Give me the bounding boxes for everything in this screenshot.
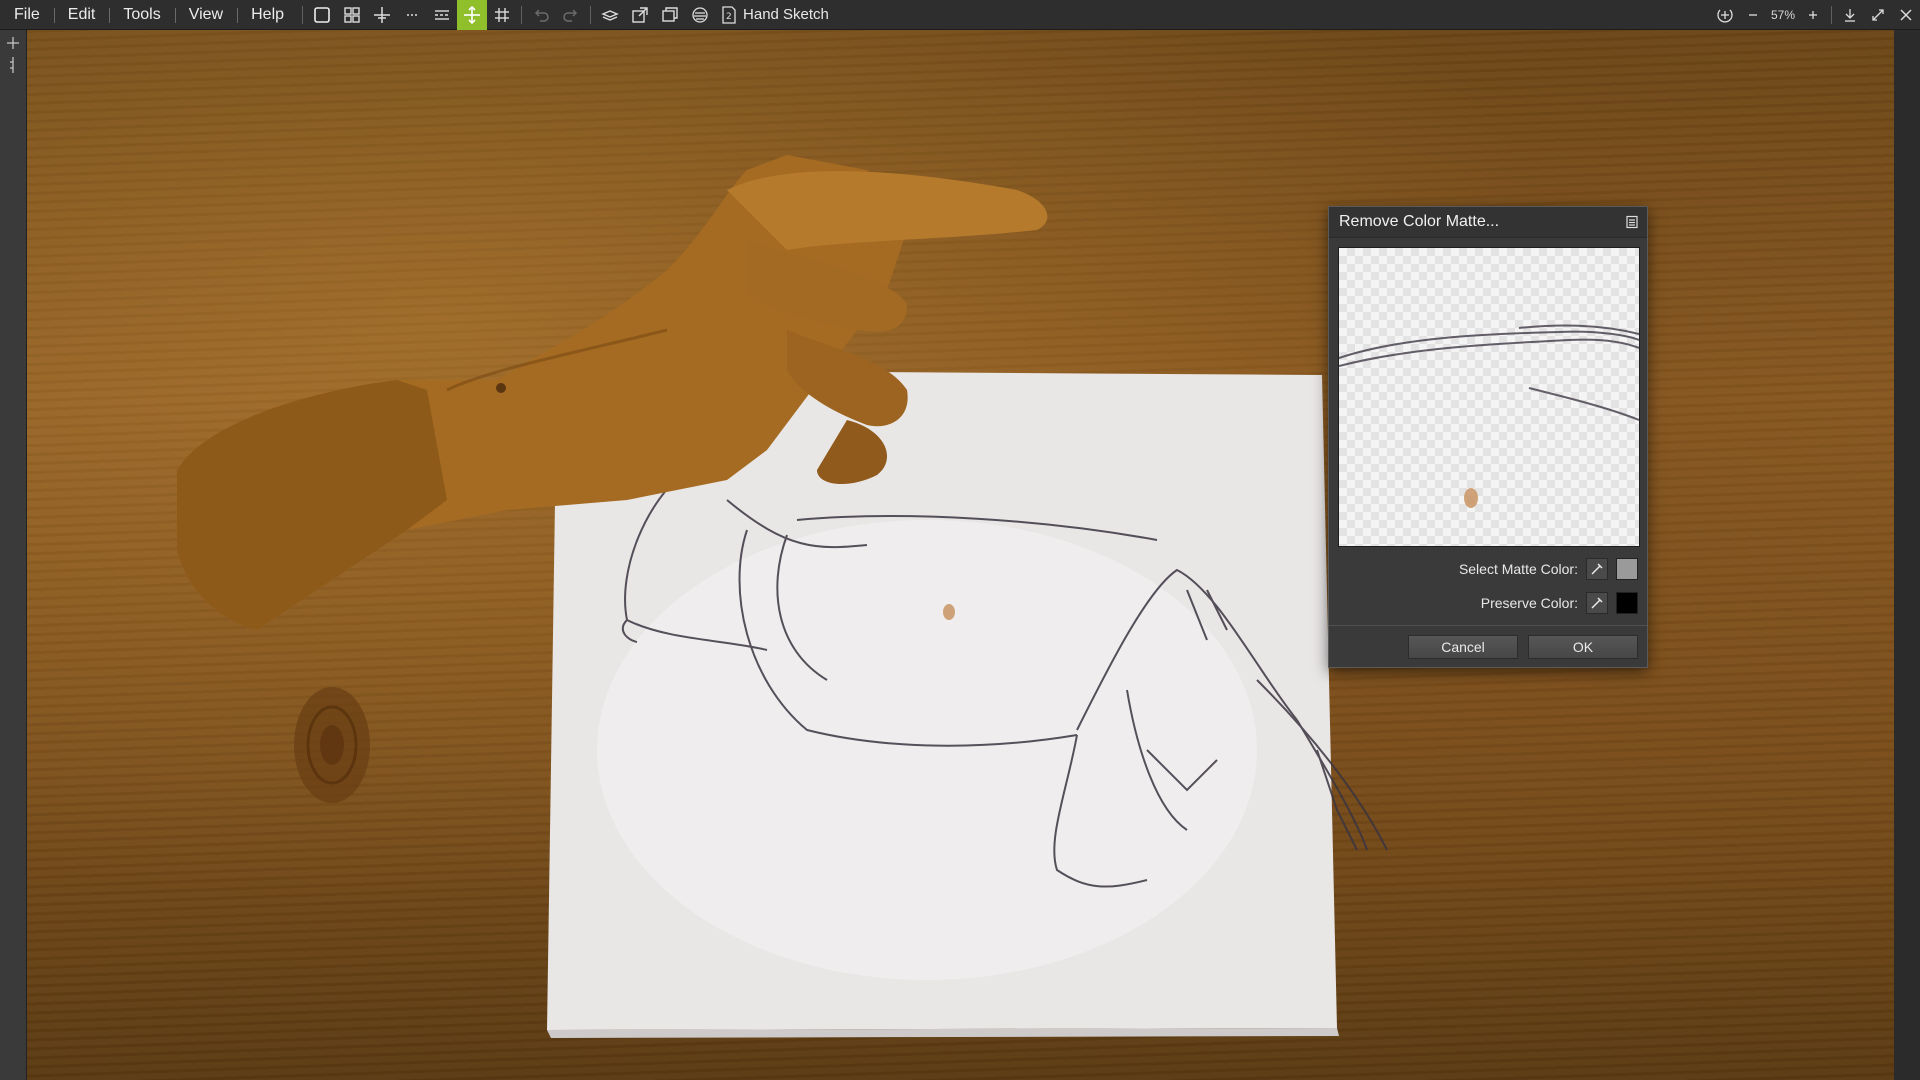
grid-icon [344, 6, 360, 23]
ruler-icon[interactable] [4, 56, 22, 74]
document-title: 2 Hand Sketch [721, 5, 829, 24]
dash-icon [407, 13, 418, 16]
undo-button[interactable] [526, 0, 556, 30]
dialog-titlebar[interactable]: Remove Color Matte... [1329, 207, 1647, 238]
select-matte-label: Select Matte Color: [1458, 561, 1578, 577]
main-toolbar: File Edit Tools View Help 2 Hand Sketch … [0, 0, 1920, 30]
document-icon: 2 [722, 5, 736, 24]
layers-icon [601, 9, 619, 21]
select-matte-row: Select Matte Color: [1459, 557, 1638, 581]
dialog-divider [1329, 625, 1647, 626]
matte-preview[interactable] [1338, 247, 1640, 547]
layers-button[interactable] [595, 0, 625, 30]
toolbar-separator [1831, 6, 1832, 24]
menu-file[interactable]: File [0, 0, 54, 30]
close-button[interactable] [1892, 0, 1920, 30]
filter-icon [692, 6, 708, 23]
undo-icon [534, 8, 549, 22]
pin-icon[interactable] [4, 34, 22, 52]
move-tool-button[interactable] [457, 0, 488, 30]
svg-text:2: 2 [726, 12, 732, 22]
export-icon [632, 6, 648, 23]
dialog-menu-button[interactable] [1625, 215, 1639, 229]
preserve-color-swatch[interactable] [1616, 592, 1638, 614]
left-tool-strip [0, 30, 27, 1080]
matte-eyedropper-button[interactable] [1586, 558, 1608, 580]
redo-button[interactable] [556, 0, 586, 30]
zoom-level: 57% [1770, 8, 1795, 22]
view-controls: 57% [1711, 0, 1920, 30]
wood-knot [294, 687, 370, 803]
filter-button[interactable] [685, 0, 715, 30]
eyedropper-icon [1591, 563, 1603, 575]
preserve-color-row: Preserve Color: [1481, 591, 1638, 615]
toolbar-separator [302, 5, 304, 24]
new-doc-icon [314, 6, 330, 23]
fullscreen-icon [1872, 9, 1884, 21]
export-button[interactable] [625, 0, 655, 30]
dash-button[interactable] [397, 0, 427, 30]
windows-button[interactable] [655, 0, 685, 30]
align-button[interactable] [427, 0, 457, 30]
cancel-button[interactable]: Cancel [1408, 635, 1518, 659]
eyedropper-icon [1591, 597, 1603, 609]
preserve-eyedropper-button[interactable] [1586, 592, 1608, 614]
fit-button[interactable] [1711, 0, 1739, 30]
zoom-out-button[interactable] [1739, 0, 1767, 30]
zoom-in-button[interactable] [1799, 0, 1827, 30]
menu-tools[interactable]: Tools [109, 0, 174, 30]
dialog-title: Remove Color Matte... [1339, 213, 1500, 230]
hash-grid-icon [495, 7, 510, 22]
paper-stain [943, 604, 955, 620]
hash-grid-button[interactable] [487, 0, 517, 30]
download-button[interactable] [1836, 0, 1864, 30]
menu-edit[interactable]: Edit [53, 0, 110, 30]
crosshair-button[interactable] [367, 0, 397, 30]
align-icon [435, 9, 450, 20]
windows-icon [662, 6, 678, 22]
dialog-menu-icon [1626, 215, 1638, 229]
zoom-out-icon [1748, 14, 1757, 16]
download-icon [1845, 9, 1855, 22]
grid-view-button[interactable] [337, 0, 367, 30]
preserve-color-label: Preserve Color: [1480, 595, 1578, 611]
right-edge-strip [1894, 30, 1920, 1080]
toolbar-separator [590, 5, 592, 24]
matte-color-swatch[interactable] [1616, 558, 1638, 580]
document-title-text: Hand Sketch [743, 6, 829, 23]
menu-help[interactable]: Help [237, 0, 298, 30]
fullscreen-button[interactable] [1864, 0, 1892, 30]
preview-sketch [1339, 324, 1639, 508]
new-doc-button[interactable] [307, 0, 337, 30]
redo-icon [563, 8, 578, 22]
menu-view[interactable]: View [174, 0, 237, 30]
fit-icon [1717, 9, 1733, 23]
crosshair-icon [374, 6, 391, 23]
ok-button[interactable]: OK [1528, 635, 1638, 659]
toolbar-separator [521, 5, 523, 24]
close-icon [1900, 9, 1912, 21]
remove-color-matte-dialog: Remove Color Matte... Select Matte Color… [1328, 206, 1648, 668]
move-icon [464, 5, 481, 24]
zoom-in-icon [1809, 11, 1817, 19]
